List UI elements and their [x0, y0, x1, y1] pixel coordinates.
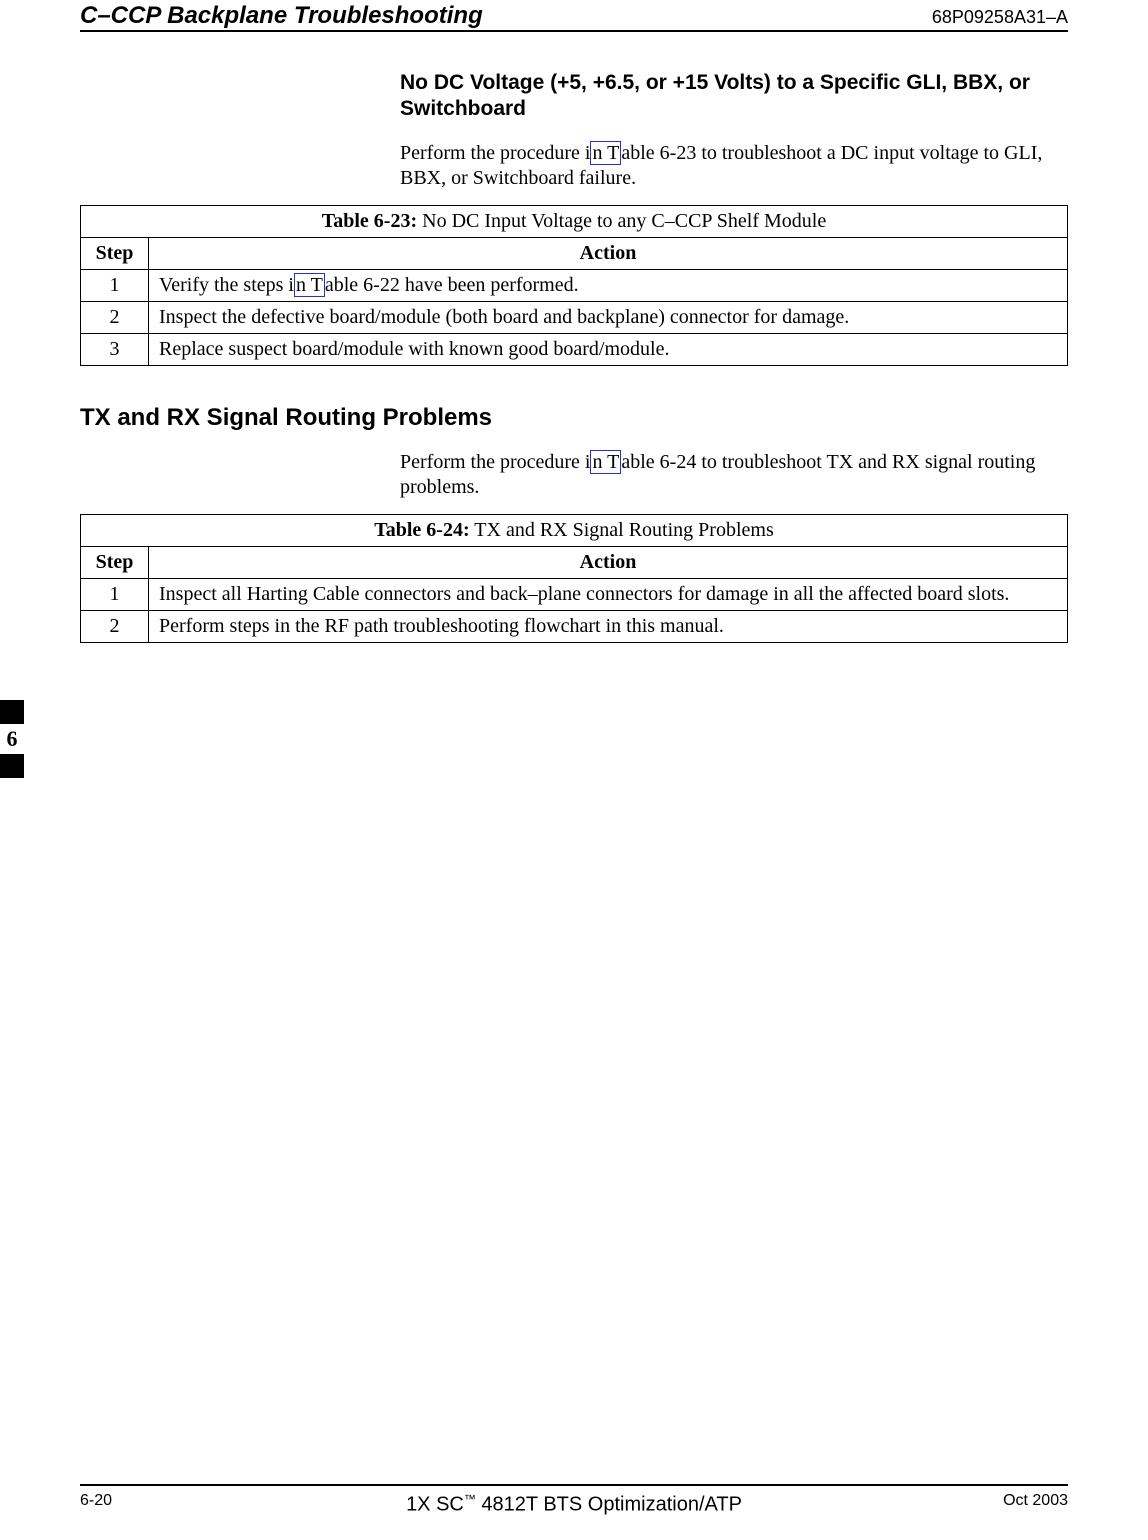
- table-row: 1 Verify the steps in Table 6-22 have be…: [81, 269, 1068, 301]
- table-row: 3 Replace suspect board/module with know…: [81, 333, 1068, 365]
- header-title: C–CCP Backplane Troubleshooting: [80, 2, 483, 30]
- table-22-link[interactable]: n T: [294, 273, 325, 297]
- table-row: 1 Inspect all Harting Cable connectors a…: [81, 578, 1068, 610]
- footer-title: 1X SC™ 4812T BTS Optimization/ATP: [80, 1492, 1068, 1517]
- page-header: C–CCP Backplane Troubleshooting 68P09258…: [80, 0, 1068, 32]
- header-docnum: 68P09258A31–A: [932, 7, 1068, 28]
- section2-paragraph: Perform the procedure in Table 6-24 to t…: [400, 450, 1068, 500]
- table2-header-action: Action: [149, 546, 1068, 578]
- table-23-link[interactable]: n T: [590, 141, 621, 165]
- table1-caption: Table 6-23: No DC Input Voltage to any C…: [81, 205, 1068, 237]
- table-24-link[interactable]: n T: [590, 450, 621, 474]
- chapter-tab: 6: [0, 700, 24, 778]
- table-6-23: Table 6-23: No DC Input Voltage to any C…: [80, 205, 1068, 366]
- table2-header-step: Step: [81, 546, 149, 578]
- table-row: 2 Perform steps in the RF path troublesh…: [81, 610, 1068, 642]
- table-6-24: Table 6-24: TX and RX Signal Routing Pro…: [80, 514, 1068, 643]
- trademark-symbol: ™: [464, 1492, 476, 1506]
- table1-header-action: Action: [149, 237, 1068, 269]
- section2-heading: TX and RX Signal Routing Problems: [80, 404, 1068, 432]
- page-footer: 6-20 Oct 2003 1X SC™ 4812T BTS Optimizat…: [80, 1484, 1068, 1510]
- table2-caption: Table 6-24: TX and RX Signal Routing Pro…: [81, 514, 1068, 546]
- table1-header-step: Step: [81, 237, 149, 269]
- section1-heading: No DC Voltage (+5, +6.5, or +15 Volts) t…: [400, 70, 1068, 123]
- table-row: 2 Inspect the defective board/module (bo…: [81, 301, 1068, 333]
- section1-paragraph: Perform the procedure in Table 6-23 to t…: [400, 141, 1068, 191]
- chapter-number: 6: [0, 724, 24, 754]
